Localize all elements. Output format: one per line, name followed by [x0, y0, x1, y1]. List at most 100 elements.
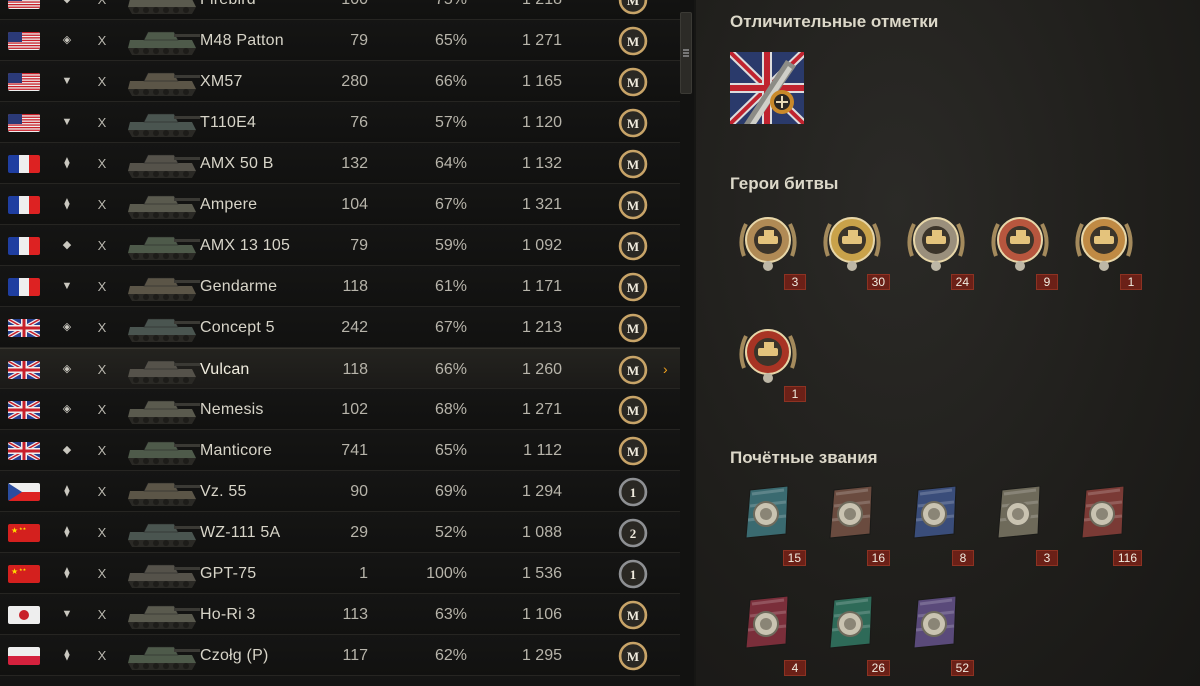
medal-count-badge: 3 [784, 274, 806, 290]
vehicle-row[interactable]: ★ ★★ ⧫ X GPT-75 1 100% 1 536 1 [0, 553, 680, 594]
heroes-section-title: Герои битвы [730, 174, 839, 193]
battles-count: 242 [341, 319, 368, 336]
vehicle-name: Vz. 55 [200, 483, 247, 500]
mastery-badge-icon: M [618, 0, 648, 15]
vehicle-row[interactable]: ⧫ X AMX 50 B 132 64% 1 132 M [0, 143, 680, 184]
vehicle-tier: X [97, 443, 107, 458]
vehicle-row[interactable]: ▼ X XM57 280 66% 1 165 M [0, 61, 680, 102]
tank-image-icon [122, 475, 202, 509]
sniper-medal-icon[interactable]: 1 [1072, 210, 1142, 290]
avg-experience: 1 092 [521, 237, 562, 254]
ribbon-cross-icon[interactable]: 116 [1072, 485, 1142, 566]
nation-flag-icon [8, 319, 40, 337]
ribbon-star-icon[interactable]: 52 [904, 595, 974, 676]
ribbon-shield-icon[interactable]: 8 [904, 485, 974, 566]
vehicle-row[interactable]: ◈ X Concept 5 242 67% 1 213 M [0, 307, 680, 348]
vehicle-row[interactable]: ◆ X AMX 13 105 79 59% 1 092 M [0, 225, 680, 266]
vehicle-class-icon: ⧫ [64, 649, 70, 661]
steel-wall-medal-icon[interactable]: 24 [904, 210, 974, 290]
mastery-badge-icon: 1 [618, 477, 648, 507]
vehicle-tier: X [96, 676, 108, 686]
win-rate: 61% [434, 278, 467, 295]
win-rate: 62% [434, 647, 467, 664]
win-rate: 57% [434, 114, 467, 131]
vehicle-row[interactable]: ⧫ X Vz. 55 90 69% 1 294 1 [0, 471, 680, 512]
avg-experience: 1 213 [521, 319, 562, 336]
medal-count-badge: 16 [866, 550, 890, 566]
avg-experience [480, 676, 562, 686]
vehicle-class-icon: ◆ [60, 0, 74, 20]
medal-count-badge: 4 [784, 660, 806, 676]
vehicle-class-icon: ▼ [61, 116, 73, 128]
vehicle-row[interactable]: ◆ X Manticore 741 65% 1 112 M [0, 430, 680, 471]
avg-experience: 1 295 [521, 647, 562, 664]
vehicle-row[interactable]: ★ ★★ ⧫ X WZ-111 5A 29 52% 1 088 2 [0, 512, 680, 553]
svg-text:M: M [627, 157, 639, 172]
tank-image-icon [122, 516, 202, 550]
mastery-badge-icon: M [618, 600, 648, 630]
vehicle-name: AMX 13 105 [200, 237, 291, 254]
vehicle-tier: X [97, 320, 107, 335]
svg-text:M: M [627, 321, 639, 336]
vehicle-row[interactable]: ⧫ X Ampere 104 67% 1 321 M [0, 184, 680, 225]
win-rate: 67% [434, 319, 467, 336]
vehicle-class-icon: ◆ [62, 239, 72, 251]
vehicle-tier: X [96, 0, 108, 20]
svg-text:M: M [627, 198, 639, 213]
defender-medal-icon[interactable]: 9 [988, 210, 1058, 290]
tank-image-icon [122, 147, 202, 181]
vehicle-tier: X [97, 74, 107, 89]
win-rate: 59% [434, 237, 467, 254]
svg-text:M: M [627, 280, 639, 295]
mastery-badge-icon: M [618, 395, 648, 425]
battles-count: 76 [350, 114, 368, 131]
top-gun-medal-icon[interactable]: 30 [820, 210, 890, 290]
nation-flag-icon [8, 155, 40, 173]
medal-count-badge: 3 [1036, 550, 1058, 566]
mark-of-excellence-icon[interactable] [727, 49, 807, 127]
chevron-right-icon[interactable]: › [663, 349, 668, 390]
ribbon-tank-icon[interactable]: 16 [820, 485, 890, 566]
vehicle-class-icon: ▼ [61, 280, 73, 292]
vehicle-row[interactable]: ▼ X Ho-Ri 3 113 63% 1 106 M [0, 594, 680, 635]
avg-experience: 1 271 [521, 32, 562, 49]
mastery-badge-icon: M [618, 26, 648, 56]
win-rate: 69% [434, 483, 467, 500]
medal-count-badge: 15 [782, 550, 806, 566]
svg-text:★★: ★★ [19, 567, 27, 572]
nation-flag-icon [8, 0, 40, 9]
vehicle-row[interactable]: ◆ X Firebird 100 75% 1 218 M [0, 0, 680, 20]
vehicle-row[interactable]: ◈ X Nemesis 102 68% 1 271 M [0, 389, 680, 430]
warrior-medal-icon[interactable]: 3 [736, 210, 806, 290]
vehicle-row[interactable]: ⧫ X [0, 676, 680, 686]
vehicle-row[interactable]: ◈ X M48 Patton 79 65% 1 271 M [0, 20, 680, 61]
win-rate: 75% [395, 0, 467, 20]
ribbon-shell-icon[interactable]: 4 [736, 595, 806, 676]
vehicle-name: Ampere [200, 196, 258, 213]
avg-experience: 1 165 [521, 73, 562, 90]
mastery-badge-icon: 2 [618, 518, 648, 548]
vehicle-row[interactable]: ▼ X T110E4 76 57% 1 120 M [0, 102, 680, 143]
scrollbar-thumb[interactable] [680, 12, 692, 94]
tank-image-icon [122, 311, 202, 345]
avg-experience: 1 171 [521, 278, 562, 295]
ribbon-wreath-icon[interactable]: 26 [820, 595, 890, 676]
nation-flag-icon [8, 278, 40, 296]
tank-image-icon [122, 393, 202, 427]
svg-text:M: M [627, 34, 639, 49]
vehicle-row[interactable]: ◈ X Vulcan 118 66% 1 260 M › [0, 348, 680, 389]
vehicle-tier: X [97, 402, 107, 417]
win-rate: 63% [434, 606, 467, 623]
svg-text:M: M [627, 444, 639, 459]
vehicle-class-icon: ⧫ [64, 526, 70, 538]
ribbon-sword-icon[interactable]: 15 [736, 485, 806, 566]
ribbon-rank-icon[interactable]: 3 [988, 485, 1058, 566]
vehicle-name: Concept 5 [200, 319, 275, 336]
vehicle-row[interactable]: ▼ X Gendarme 118 61% 1 171 M [0, 266, 680, 307]
vehicle-class-icon: ◈ [62, 34, 72, 46]
vehicle-row[interactable]: ⧫ X Czołg (P) 117 62% 1 295 M [0, 635, 680, 676]
vehicle-tier: X [97, 525, 107, 540]
svg-text:M: M [627, 403, 639, 418]
vehicle-tier: X [97, 607, 107, 622]
invader-medal-icon[interactable]: 1 [736, 322, 806, 402]
